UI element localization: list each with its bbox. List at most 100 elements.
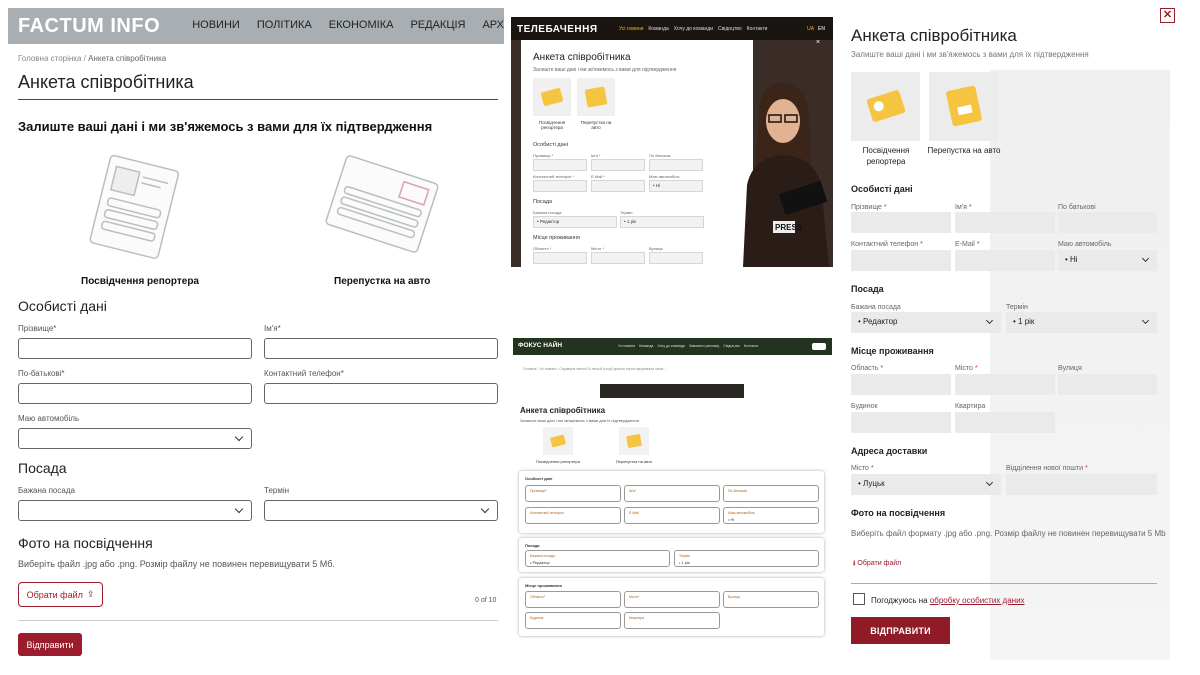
consent-checkbox[interactable] xyxy=(853,593,865,605)
flat-input[interactable] xyxy=(955,412,1055,433)
site-logo[interactable]: ТЕЛЕБАЧЕННЯ xyxy=(517,24,598,35)
house-input[interactable] xyxy=(851,412,951,433)
nav-item-join[interactable]: Хочу до команди xyxy=(657,344,684,348)
name-input[interactable] xyxy=(955,212,1055,233)
term-select[interactable]: • 1 рік xyxy=(620,216,704,228)
upload-file-button[interactable]: Обрати файл ⇪ xyxy=(18,582,103,607)
reporter-card-illustration[interactable] xyxy=(86,148,184,260)
name-input[interactable]: Ім'я* xyxy=(624,485,720,502)
nav-item-certificate[interactable]: Свідоцтво xyxy=(723,344,740,348)
close-icon[interactable]: × xyxy=(816,39,820,46)
auto-pass-option[interactable] xyxy=(577,78,615,116)
street-input[interactable]: Вулиця xyxy=(723,591,819,608)
street-label: Вулиця xyxy=(649,246,663,251)
position-select[interactable] xyxy=(18,500,252,521)
region-input[interactable] xyxy=(851,374,951,395)
close-icon[interactable]: ✕ xyxy=(1160,8,1175,23)
nav-item-team[interactable]: Команда xyxy=(648,26,668,32)
required-mark: * xyxy=(976,241,980,248)
email-input[interactable] xyxy=(955,250,1055,271)
region-input[interactable] xyxy=(533,252,587,264)
city-input[interactable] xyxy=(591,252,645,264)
car-select[interactable]: • Ні xyxy=(649,180,703,192)
np-branch-input[interactable] xyxy=(1006,474,1157,495)
surname-placeholder: Прізвище* xyxy=(530,489,547,493)
city-input[interactable] xyxy=(955,374,1055,395)
site-logo[interactable]: ФОКУС НАЙН xyxy=(518,342,562,349)
nav-item-news[interactable]: НОВИНИ xyxy=(192,19,240,31)
submit-button[interactable]: Відправити xyxy=(18,633,82,656)
position-select[interactable]: Бажана посада • Редактор xyxy=(525,550,670,567)
position-select[interactable]: • Редактор xyxy=(533,216,617,228)
city-input[interactable]: Місто* xyxy=(624,591,720,608)
main-nav: Усі новини Команда Хочу до команди Замов… xyxy=(618,344,758,348)
nav-item-all-news[interactable]: Усі новини xyxy=(619,26,643,32)
phone-input[interactable] xyxy=(851,250,951,271)
term-select[interactable] xyxy=(264,500,498,521)
nav-item-ads[interactable]: Замовити рекламу xyxy=(689,344,719,348)
email-input[interactable] xyxy=(591,180,645,192)
phone-input[interactable]: Контактний телефон xyxy=(525,507,621,524)
surname-input[interactable] xyxy=(851,212,951,233)
nav-item-politics[interactable]: ПОЛІТИКА xyxy=(257,19,312,31)
car-select-value: • Ні xyxy=(653,183,661,188)
personal-data-link[interactable]: обробку особистих даних xyxy=(930,596,1025,605)
street-input[interactable] xyxy=(1058,374,1157,395)
breadcrumb-home[interactable]: Головна сторінка xyxy=(18,54,81,63)
auto-pass-illustration[interactable] xyxy=(320,148,444,260)
house-input[interactable]: Будинок xyxy=(525,612,621,629)
surname-input[interactable] xyxy=(533,159,587,171)
surname-input[interactable]: Прізвище* xyxy=(525,485,621,502)
car-select[interactable]: Маю автомобіль • Ні xyxy=(723,507,819,524)
nav-item-all-news[interactable]: Усі новини xyxy=(618,344,635,348)
email-input[interactable]: E-Mail xyxy=(624,507,720,524)
site-logo[interactable]: FACTUM INFO xyxy=(18,15,160,38)
patronymic-input[interactable] xyxy=(649,159,703,171)
nav-item-economy[interactable]: ЕКОНОМІКА xyxy=(329,19,394,31)
car-select[interactable] xyxy=(18,428,252,449)
section-position: Посада xyxy=(533,199,553,205)
region-label: Область * xyxy=(533,246,552,251)
flat-input[interactable]: Квартира xyxy=(624,612,720,629)
term-select[interactable]: • 1 рік xyxy=(1006,312,1157,333)
nav-item-archive[interactable]: АРХ xyxy=(482,19,504,31)
auto-pass-option[interactable] xyxy=(929,72,998,141)
phone-input[interactable] xyxy=(533,180,587,192)
car-select[interactable]: • Ні xyxy=(1058,250,1157,271)
patronymic-input[interactable] xyxy=(18,383,252,404)
lang-en[interactable]: EN xyxy=(818,26,825,32)
nav-item-team[interactable]: Команда xyxy=(639,344,653,348)
delivery-city-select[interactable]: • Луцьк xyxy=(851,474,1001,495)
reporter-card-label[interactable]: Посвідчення репортера xyxy=(81,276,199,287)
reporter-card-option[interactable] xyxy=(533,78,571,116)
phone-input[interactable] xyxy=(264,383,498,404)
header-action-button[interactable] xyxy=(812,343,826,350)
nav-item-editorial[interactable]: РЕДАКЦІЯ xyxy=(410,19,465,31)
auto-pass-option[interactable] xyxy=(619,427,649,455)
reporter-card-option[interactable] xyxy=(851,72,920,141)
breadcrumb[interactable]: Головна / Усі новини / Справжнє світло! … xyxy=(523,367,667,371)
submit-button[interactable]: ВІДПРАВИТИ xyxy=(851,617,950,644)
patronymic-input[interactable] xyxy=(1058,212,1157,233)
lang-ua[interactable]: UA xyxy=(807,26,814,32)
site-header: ТЕЛЕБАЧЕННЯ Усі новини Команда Хочу до к… xyxy=(511,17,833,40)
auto-pass-label[interactable]: Перепустка на авто xyxy=(334,276,430,287)
nav-item-certificate[interactable]: Свідоцтво xyxy=(718,26,742,32)
term-select[interactable]: Термін • 1 рік xyxy=(674,550,819,567)
nav-item-contacts[interactable]: Контакти xyxy=(744,344,759,348)
nav-item-join[interactable]: Хочу до команди xyxy=(674,26,713,32)
reporter-card-option[interactable] xyxy=(543,427,573,455)
name-input[interactable] xyxy=(591,159,645,171)
patronymic-input[interactable]: По-батькові xyxy=(723,485,819,502)
car-label: Маю автомобіль xyxy=(18,414,80,423)
region-input[interactable]: Область* xyxy=(525,591,621,608)
nav-item-contacts[interactable]: Контакти xyxy=(747,26,768,32)
street-input[interactable] xyxy=(649,252,703,264)
position-select[interactable]: • Редактор xyxy=(851,312,1001,333)
name-input[interactable] xyxy=(264,338,498,359)
upload-file-link[interactable]: ⭳ Обрати файл xyxy=(853,559,901,570)
surname-input[interactable] xyxy=(18,338,252,359)
press-badge-text: PRESS xyxy=(775,223,803,232)
upload-label: Обрати файл xyxy=(26,589,83,600)
term-placeholder: Термін xyxy=(679,554,690,558)
